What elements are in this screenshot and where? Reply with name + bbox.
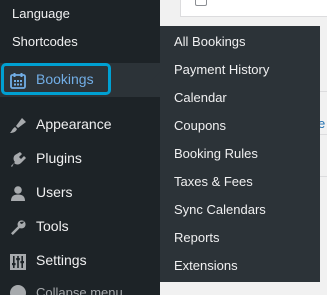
bookings-flyout-menu: All Bookings Payment History Calendar Co… xyxy=(160,26,320,282)
plugin-icon xyxy=(8,150,28,170)
flyout-item-payment-history[interactable]: Payment History xyxy=(174,62,269,77)
flyout-item-booking-rules[interactable]: Booking Rules xyxy=(174,146,258,161)
sidebar-item-label: Tools xyxy=(36,218,69,234)
users-icon xyxy=(8,184,28,204)
sidebar-item-label: Plugins xyxy=(36,150,82,166)
sidebar-item-label: Appearance xyxy=(36,116,112,132)
row-checkbox[interactable] xyxy=(195,0,207,6)
sidebar-item-label: Users xyxy=(36,184,73,200)
sidebar-item-settings[interactable]: Settings xyxy=(0,244,160,278)
flyout-item-reports[interactable]: Reports xyxy=(174,230,220,245)
admin-sidebar: Language Shortcodes Bookings Appearance … xyxy=(0,0,160,295)
content-panel xyxy=(180,0,327,17)
flyout-item-extensions[interactable]: Extensions xyxy=(174,258,238,273)
flyout-item-sync-calendars[interactable]: Sync Calendars xyxy=(174,202,266,217)
wp-admin-screen: e Language Shortcodes Bookings Appearanc… xyxy=(0,0,327,295)
sidebar-item-bookings[interactable]: Bookings xyxy=(0,63,160,97)
sidebar-submenu-shortcodes[interactable]: Shortcodes xyxy=(12,34,78,49)
collapse-menu-label: Collapse menu xyxy=(36,285,123,295)
sidebar-item-label: Bookings xyxy=(36,71,94,87)
sidebar-submenu-language[interactable]: Language xyxy=(12,6,70,21)
collapse-icon xyxy=(10,285,26,295)
sidebar-item-label: Settings xyxy=(36,252,87,268)
sidebar-item-plugins[interactable]: Plugins xyxy=(0,142,160,176)
sidebar-item-users[interactable]: Users xyxy=(0,176,160,210)
flyout-pointer xyxy=(152,72,160,88)
flyout-item-coupons[interactable]: Coupons xyxy=(174,118,226,133)
sidebar-item-appearance[interactable]: Appearance xyxy=(0,108,160,142)
flyout-item-taxes-fees[interactable]: Taxes & Fees xyxy=(174,174,253,189)
collapse-menu-button[interactable]: Collapse menu xyxy=(0,282,160,295)
sliders-icon xyxy=(8,252,28,272)
flyout-item-calendar[interactable]: Calendar xyxy=(174,90,227,105)
sidebar-item-tools[interactable]: Tools xyxy=(0,210,160,244)
calendar-icon xyxy=(8,71,28,91)
flyout-item-all-bookings[interactable]: All Bookings xyxy=(174,34,246,49)
paintbrush-icon xyxy=(8,116,28,136)
wrench-icon xyxy=(8,218,28,238)
